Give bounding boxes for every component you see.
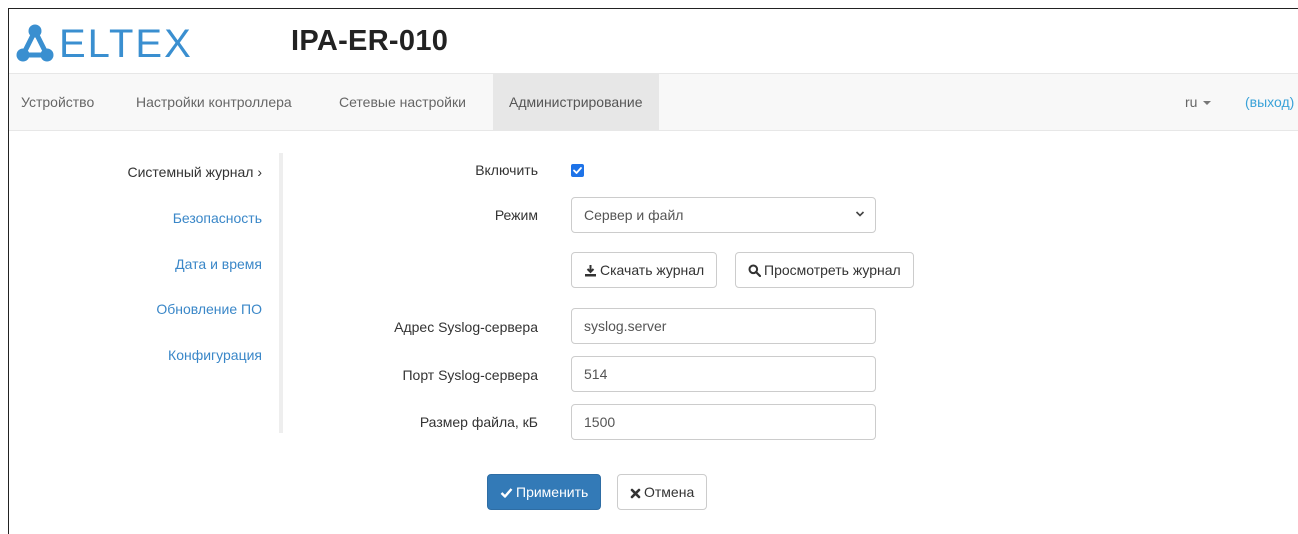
apply-button[interactable]: Применить	[487, 474, 602, 510]
language-dropdown[interactable]: ru	[1185, 74, 1212, 130]
mode-label: Режим	[494, 207, 538, 223]
sidebar-divider	[279, 153, 283, 433]
download-log-label: Скачать журнал	[600, 262, 705, 278]
mode-select[interactable]: Сервер и файл	[571, 197, 876, 233]
syslog-server-input[interactable]: syslog.server	[571, 308, 876, 344]
download-icon	[585, 265, 596, 277]
close-icon	[630, 488, 641, 499]
apply-label: Применить	[516, 484, 589, 500]
cancel-button[interactable]: Отмена	[617, 474, 708, 510]
syslog-port-label: Порт Syslog-сервера	[402, 367, 538, 383]
view-log-label: Просмотреть журнал	[764, 262, 901, 278]
nav-item-device[interactable]: Устройство	[21, 74, 94, 130]
sidebar-item-date-time[interactable]: Дата и время	[175, 256, 262, 272]
sidebar-item-security[interactable]: Безопасность	[173, 210, 262, 226]
chevron-down-icon	[855, 211, 865, 217]
cancel-label: Отмена	[644, 484, 695, 500]
eltex-logo: ELTEX	[16, 22, 193, 63]
file-size-label: Размер файла, кБ	[419, 414, 538, 430]
language-label: ru	[1185, 94, 1198, 110]
enable-checkbox[interactable]	[571, 164, 584, 177]
syslog-port-input[interactable]: 514	[571, 356, 876, 392]
sidebar-item-firmware-update[interactable]: Обновление ПО	[156, 301, 262, 317]
file-size-input[interactable]: 1500	[571, 404, 876, 440]
logout-link[interactable]: (выход)	[1245, 74, 1294, 130]
logo-text: ELTEX	[59, 22, 193, 63]
sidebar-item-system-log[interactable]: Системный журнал ›	[128, 164, 263, 180]
app-frame: ELTEX IPA-ER-010 Устройство Настройки ко…	[8, 8, 1298, 534]
mode-select-value: Сервер и файл	[584, 207, 684, 223]
download-log-button[interactable]: Скачать журнал	[571, 252, 718, 288]
top-nav: Устройство Настройки контроллера Сетевые…	[9, 73, 1298, 131]
check-icon	[573, 167, 582, 174]
search-icon	[748, 264, 762, 278]
nav-item-administration[interactable]: Администрирование	[493, 74, 659, 130]
view-log-button[interactable]: Просмотреть журнал	[735, 252, 914, 288]
header: ELTEX IPA-ER-010	[9, 9, 1298, 73]
nav-item-network-settings[interactable]: Сетевые настройки	[339, 74, 466, 130]
device-model: IPA-ER-010	[291, 25, 449, 57]
checkmark-icon	[500, 488, 513, 498]
syslog-server-label: Адрес Syslog-сервера	[394, 319, 538, 335]
sidebar-item-configuration[interactable]: Конфигурация	[168, 347, 262, 363]
caret-down-icon	[1203, 101, 1212, 106]
enable-label: Включить	[475, 162, 538, 178]
nav-item-controller-settings[interactable]: Настройки контроллера	[136, 74, 292, 130]
